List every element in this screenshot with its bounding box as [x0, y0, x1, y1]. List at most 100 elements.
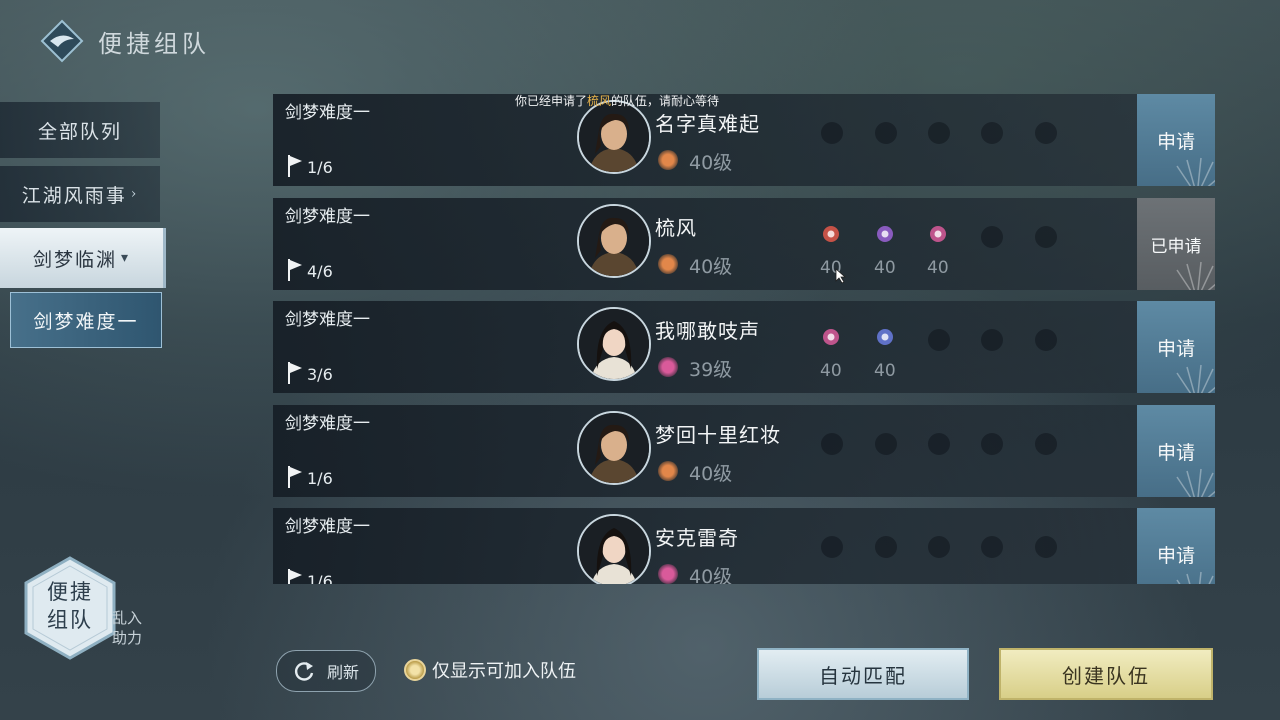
apply-label: 申请 [1156, 441, 1195, 464]
leader-level: 40级 [689, 152, 733, 174]
flag-icon [288, 155, 302, 177]
empty-slot [1035, 536, 1057, 558]
leader-avatar[interactable] [577, 514, 651, 584]
leader-level: 39级 [689, 359, 733, 381]
empty-slot [928, 536, 950, 558]
empty-slot [821, 433, 843, 455]
member-level: 40 [874, 361, 896, 381]
team-list[interactable]: 剑梦难度一 1/6 名字真难起 40级 申请 剑梦难度一 4/6 梳风 40级 40 40 40 已申请… [273, 94, 1216, 584]
apply-button[interactable]: 申请 [1137, 94, 1215, 186]
empty-slot [1035, 226, 1057, 248]
empty-slot [981, 226, 1003, 248]
hex-main-label: 便捷组队 [47, 580, 93, 632]
nav-jianghu-events[interactable]: 江湖风雨事 › [0, 166, 160, 222]
team-member-count: 1/6 [307, 158, 333, 177]
member-class-icon [877, 226, 893, 242]
empty-slot [981, 122, 1003, 144]
nav-jianmeng-difficulty-1[interactable]: 剑梦难度一 [10, 292, 162, 348]
nav-label: 江湖风雨事 [21, 184, 127, 207]
header: 便捷组队 [40, 14, 210, 68]
leader-name: 梦回十里红妆 [655, 423, 781, 447]
auto-match-button[interactable]: 自动匹配 [757, 648, 969, 700]
apply-label: 申请 [1156, 544, 1195, 567]
apply-button[interactable]: 申请 [1137, 508, 1215, 584]
class-emblem-icon [658, 564, 678, 584]
team-member-count: 1/6 [307, 572, 333, 584]
team-row[interactable]: 剑梦难度一 1/6 名字真难起 40级 申请 [273, 94, 1216, 186]
empty-slot [981, 433, 1003, 455]
empty-slot [981, 536, 1003, 558]
flag-icon [288, 259, 302, 281]
leader-name: 梳风 [655, 216, 697, 240]
team-row[interactable]: 剑梦难度一 3/6 我哪敢吱声 39级 40 40 申请 [273, 301, 1216, 393]
leader-level: 40级 [689, 463, 733, 485]
refresh-icon [295, 662, 314, 681]
flower-decoration-icon [1176, 468, 1215, 497]
leader-avatar[interactable] [577, 100, 651, 174]
create-team-button[interactable]: 创建队伍 [999, 648, 1213, 700]
refresh-button[interactable]: 刷新 [276, 650, 376, 692]
team-member-count: 1/6 [307, 469, 333, 488]
flag-icon [288, 569, 302, 584]
empty-slot [928, 329, 950, 351]
flower-decoration-icon [1176, 364, 1215, 393]
empty-slot [1035, 433, 1057, 455]
team-row[interactable]: 剑梦难度一 1/6 梦回十里红妆 40级 申请 [273, 405, 1216, 497]
refresh-label: 刷新 [326, 663, 359, 682]
team-difficulty: 剑梦难度一 [285, 517, 370, 537]
apply-label: 申请 [1156, 337, 1195, 360]
empty-slot [821, 536, 843, 558]
filter-label: 仅显示可加入队伍 [432, 661, 576, 682]
leader-avatar[interactable] [577, 204, 651, 278]
quick-team-badge[interactable]: 便捷组队 乱入助力 [22, 556, 162, 676]
application-notice: 你已经申请了梳风的队伍，请耐心等待 [515, 92, 719, 109]
nav-label: 全部队列 [37, 120, 122, 143]
class-emblem-icon [658, 461, 678, 481]
empty-slot [1035, 329, 1057, 351]
chevron-down-icon: ▾ [120, 250, 131, 266]
apply-button[interactable]: 申请 [1137, 405, 1215, 497]
nav-label: 剑梦临渊 [32, 248, 117, 271]
empty-slot [875, 122, 897, 144]
apply-label: 申请 [1156, 130, 1195, 153]
empty-slot [1035, 122, 1057, 144]
radio-checked-icon[interactable] [404, 659, 426, 681]
member-level: 40 [874, 258, 896, 278]
apply-label: 已申请 [1150, 236, 1202, 257]
mouse-cursor-icon [835, 268, 847, 284]
diamond-logo-icon [40, 19, 84, 63]
empty-slot [981, 329, 1003, 351]
apply-button[interactable]: 申请 [1137, 301, 1215, 393]
member-class-icon [823, 329, 839, 345]
leader-avatar[interactable] [577, 411, 651, 485]
leader-name: 我哪敢吱声 [655, 319, 760, 343]
leader-name: 名字真难起 [655, 112, 760, 136]
applied-button[interactable]: 已申请 [1137, 198, 1215, 290]
leader-avatar[interactable] [577, 307, 651, 381]
leader-level: 40级 [689, 256, 733, 278]
nav-jianmeng-linyuan[interactable]: 剑梦临渊 ▾ [0, 228, 166, 288]
team-difficulty: 剑梦难度一 [285, 103, 370, 123]
empty-slot [875, 536, 897, 558]
chevron-right-icon: › [130, 186, 139, 202]
empty-slot [928, 433, 950, 455]
nav-all-queues[interactable]: 全部队列 [0, 102, 160, 158]
empty-slot [875, 433, 897, 455]
hex-side-label[interactable]: 乱入助力 [112, 608, 152, 648]
joinable-filter[interactable]: 仅显示可加入队伍 [404, 657, 576, 683]
team-member-count: 4/6 [307, 262, 333, 281]
class-emblem-icon [658, 254, 678, 274]
notice-text-end: 的队伍，请耐心等待 [611, 94, 720, 108]
member-class-icon [877, 329, 893, 345]
team-row[interactable]: 剑梦难度一 4/6 梳风 40级 40 40 40 已申请 [273, 198, 1216, 290]
flower-decoration-icon [1176, 157, 1215, 186]
flower-decoration-icon [1176, 571, 1214, 584]
notice-text: 你已经申请了 [515, 94, 588, 108]
member-level: 40 [820, 361, 842, 381]
flower-decoration-icon [1176, 261, 1215, 290]
team-difficulty: 剑梦难度一 [285, 310, 370, 330]
team-row[interactable]: 剑梦难度一 1/6 安克雷奇 40级 申请 [273, 508, 1216, 584]
member-level: 40 [927, 258, 949, 278]
team-member-count: 3/6 [307, 365, 333, 384]
flag-icon [288, 362, 302, 384]
